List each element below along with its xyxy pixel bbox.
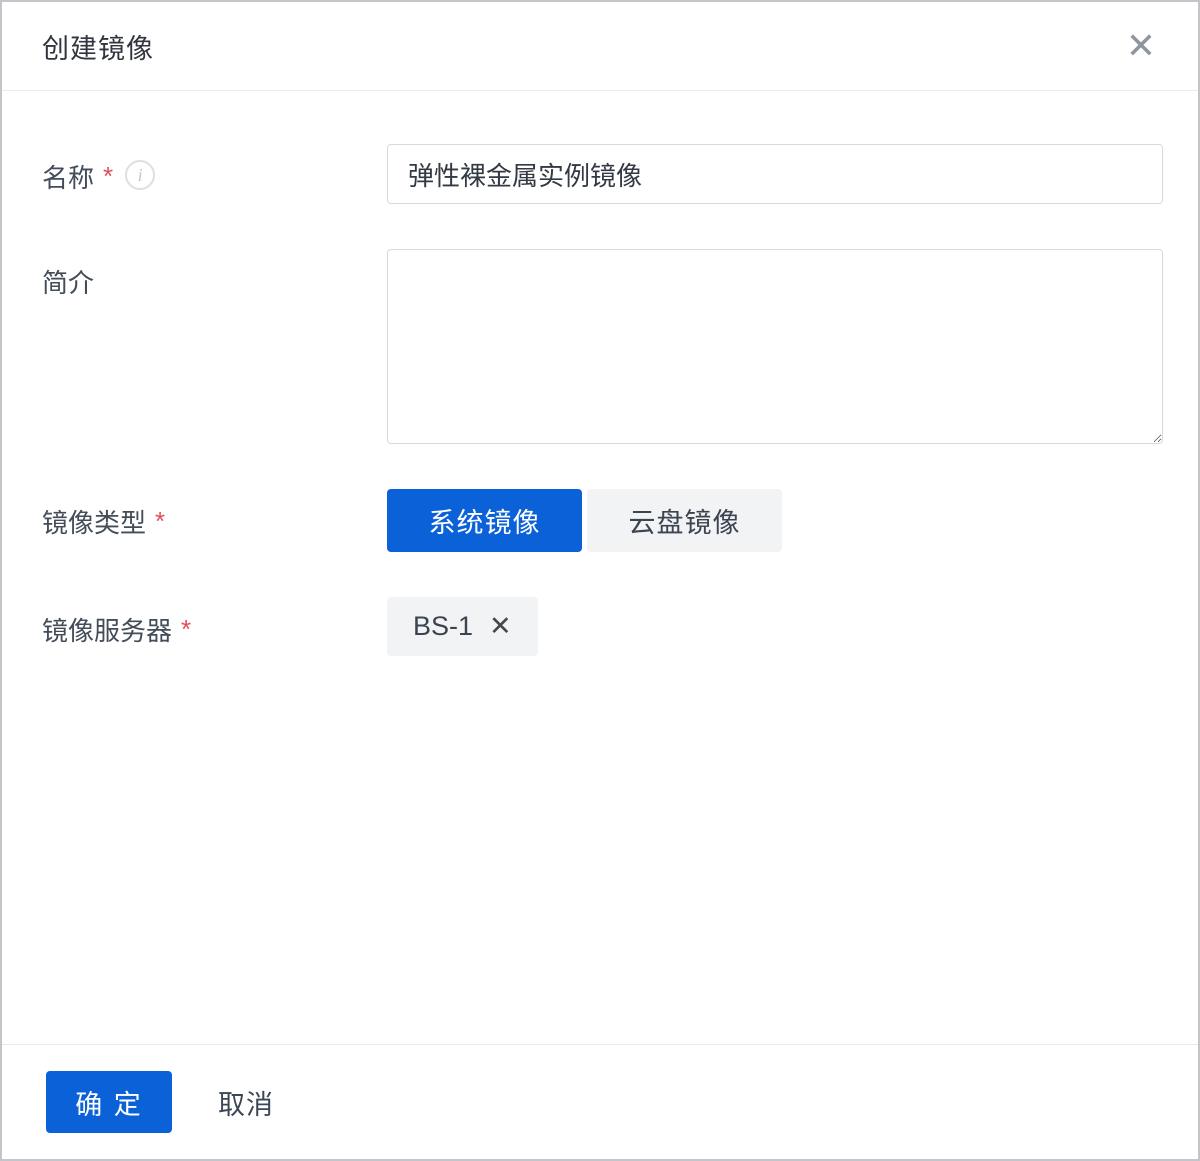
image-server-label: 镜像服务器	[42, 611, 172, 648]
dialog-body: 名称 * i 简介 镜像类型 * 系统镜像	[2, 91, 1198, 656]
name-input[interactable]	[387, 144, 1163, 204]
form-row-image-type: 镜像类型 * 系统镜像 云盘镜像	[42, 489, 1163, 552]
description-label-group: 简介	[42, 249, 387, 444]
close-icon[interactable]: ✕	[1124, 28, 1158, 64]
dialog-header: 创建镜像 ✕	[2, 2, 1198, 91]
image-server-tag-label: BS-1	[413, 611, 473, 642]
name-control	[387, 144, 1163, 204]
image-server-tag: BS-1 ✕	[387, 597, 538, 656]
image-type-label-group: 镜像类型 *	[42, 489, 387, 552]
dialog-title: 创建镜像	[42, 27, 154, 66]
description-control	[387, 249, 1163, 444]
image-type-control: 系统镜像 云盘镜像	[387, 489, 1163, 552]
description-textarea[interactable]	[387, 249, 1163, 444]
image-type-label: 镜像类型	[42, 503, 146, 540]
dialog-footer: 确 定 取消	[2, 1044, 1198, 1159]
confirm-button[interactable]: 确 定	[46, 1071, 172, 1133]
image-type-option-system[interactable]: 系统镜像	[387, 489, 582, 552]
form-row-image-server: 镜像服务器 * BS-1 ✕	[42, 597, 1163, 656]
image-type-required-mark: *	[155, 503, 165, 537]
description-label: 简介	[42, 263, 94, 300]
info-icon[interactable]: i	[125, 160, 155, 190]
image-server-control: BS-1 ✕	[387, 597, 1163, 656]
name-required-mark: *	[103, 158, 113, 192]
image-type-segment-group: 系统镜像 云盘镜像	[387, 489, 1163, 552]
name-label: 名称	[42, 158, 94, 195]
form-row-name: 名称 * i	[42, 144, 1163, 204]
tag-remove-icon[interactable]: ✕	[489, 613, 512, 640]
image-server-label-group: 镜像服务器 *	[42, 597, 387, 656]
form-row-description: 简介	[42, 249, 1163, 444]
cancel-button[interactable]: 取消	[218, 1083, 274, 1122]
image-server-required-mark: *	[181, 611, 191, 645]
create-image-dialog: 创建镜像 ✕ 名称 * i 简介 镜像类型	[0, 0, 1200, 1161]
name-label-group: 名称 * i	[42, 144, 387, 204]
image-type-option-cloud-disk[interactable]: 云盘镜像	[587, 489, 782, 552]
